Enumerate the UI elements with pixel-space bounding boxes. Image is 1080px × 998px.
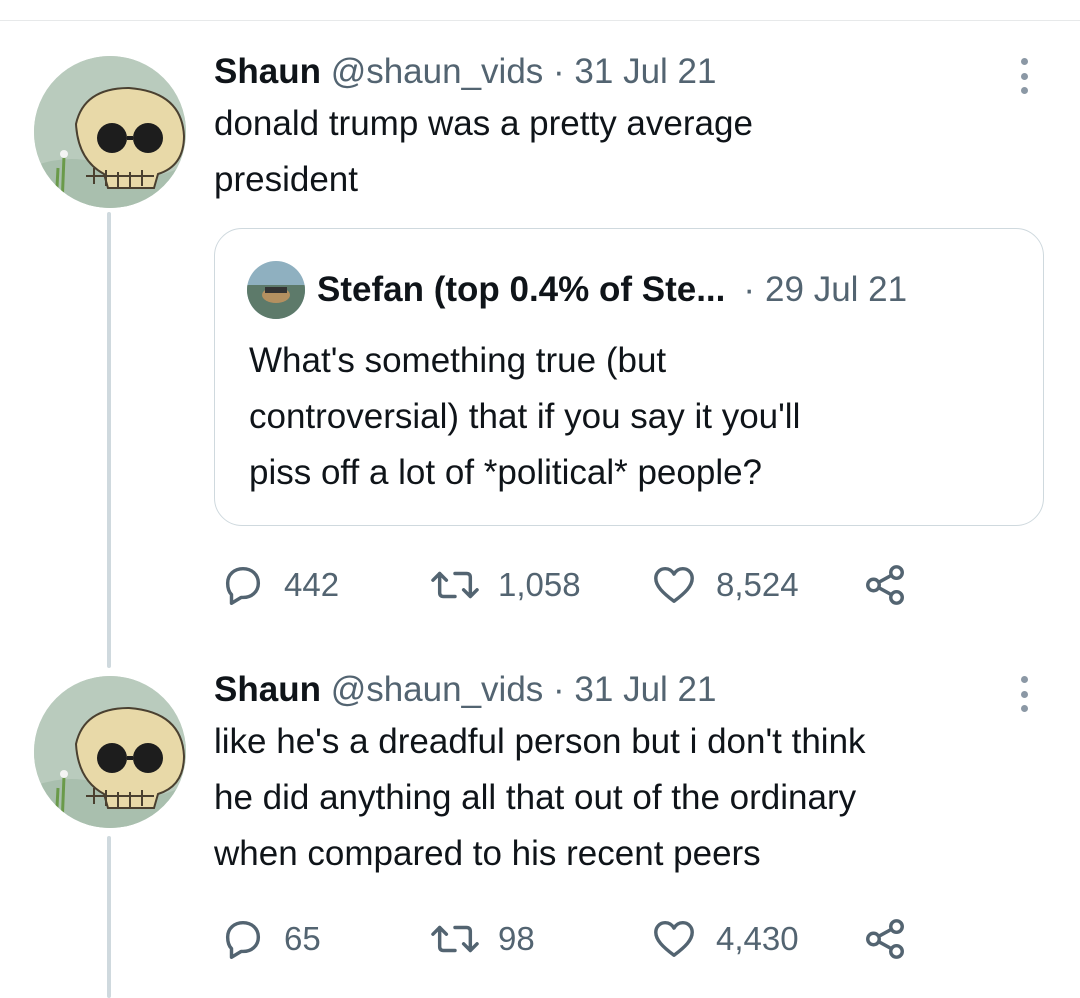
tweet-text-line: he did anything all that out of the ordi…: [214, 778, 857, 817]
skull-avatar-image: [34, 676, 186, 828]
separator: ·: [553, 52, 565, 91]
quoted-text-line: What's something true (but: [249, 341, 667, 380]
landscape-avatar-image: [247, 261, 305, 319]
reply-button[interactable]: 65: [220, 914, 321, 964]
share-button[interactable]: [862, 560, 926, 610]
heart-icon: [654, 920, 694, 958]
retweet-button[interactable]: 98: [430, 914, 535, 964]
tweet-text: donald trump was a pretty average presid…: [214, 96, 1034, 208]
reply-icon: [225, 920, 261, 959]
more-icon[interactable]: [1014, 58, 1034, 94]
quoted-tweet-text: What's something true (but controversial…: [249, 333, 1019, 501]
skull-avatar-image: [34, 56, 186, 208]
more-icon[interactable]: [1014, 676, 1034, 712]
like-count: 8,524: [716, 566, 799, 603]
tweet-header: Shaun @shaun_vids · 31 Jul 21: [214, 50, 1034, 94]
reply-button[interactable]: 442: [220, 560, 339, 610]
retweet-icon: [431, 925, 479, 953]
tweet[interactable]: Shaun @shaun_vids · 31 Jul 21 like he's …: [214, 668, 1034, 882]
tweet-header: Shaun @shaun_vids · 31 Jul 21: [214, 668, 1034, 712]
tweet-text-line: president: [214, 160, 358, 199]
author-handle[interactable]: @shaun_vids: [331, 52, 544, 91]
tweet-text-line: donald trump was a pretty average: [214, 104, 753, 143]
thread-connector: [107, 836, 111, 998]
retweet-count: 1,058: [498, 566, 581, 603]
tweet[interactable]: Shaun @shaun_vids · 31 Jul 21 donald tru…: [214, 50, 1034, 208]
share-icon: [866, 919, 904, 959]
thread-connector: [107, 212, 111, 668]
tweet-date[interactable]: 31 Jul 21: [574, 670, 716, 709]
retweet-button[interactable]: 1,058: [430, 560, 581, 610]
retweet-count: 98: [498, 920, 535, 957]
top-divider: [0, 20, 1080, 21]
reply-icon: [225, 566, 261, 605]
like-button[interactable]: 8,524: [650, 560, 799, 610]
author-name[interactable]: Shaun: [214, 670, 321, 709]
separator: ·: [553, 670, 565, 709]
quoted-tweet-header: Stefan (top 0.4% of Ste... · 29 Jul 21: [247, 261, 907, 319]
tweet-text-line: like he's a dreadful person but i don't …: [214, 722, 866, 761]
author-name[interactable]: Shaun: [214, 52, 321, 91]
avatar[interactable]: [34, 56, 186, 208]
retweet-icon: [431, 571, 479, 599]
like-button[interactable]: 4,430: [650, 914, 799, 964]
reply-count: 65: [284, 920, 321, 957]
share-icon: [866, 565, 904, 605]
author-handle[interactable]: @shaun_vids: [331, 670, 544, 709]
reply-count: 442: [284, 566, 340, 603]
tweet-date[interactable]: 31 Jul 21: [574, 52, 716, 91]
quoted-date[interactable]: 29 Jul 21: [765, 268, 907, 312]
quoted-avatar: [247, 261, 305, 319]
separator: ·: [743, 270, 756, 309]
like-count: 4,430: [716, 920, 799, 957]
quoted-author-name[interactable]: Stefan (top 0.4% of Ste...: [317, 268, 725, 312]
avatar[interactable]: [34, 676, 186, 828]
heart-icon: [654, 566, 694, 604]
quoted-text-line: piss off a lot of *political* people?: [249, 453, 763, 492]
share-button[interactable]: [862, 914, 926, 964]
quoted-text-line: controversial) that if you say it you'll: [249, 397, 801, 436]
tweet-text: like he's a dreadful person but i don't …: [214, 714, 1034, 882]
tweet-text-line: when compared to his recent peers: [214, 834, 761, 873]
quoted-tweet[interactable]: Stefan (top 0.4% of Ste... · 29 Jul 21 W…: [214, 228, 1044, 526]
